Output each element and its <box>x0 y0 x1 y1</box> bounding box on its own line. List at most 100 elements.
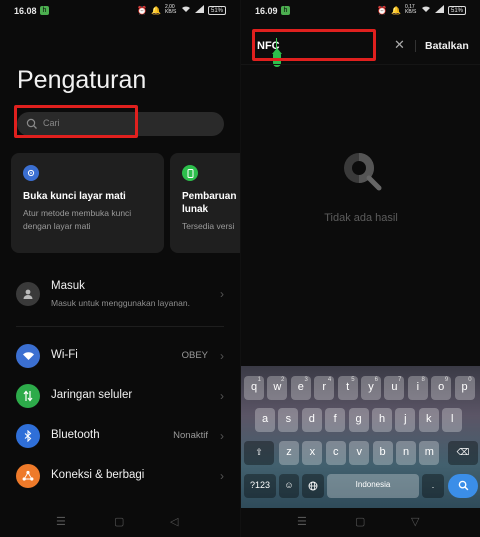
key-p[interactable]: p0 <box>454 376 475 400</box>
account-label: Masuk <box>51 280 85 292</box>
menu-icon[interactable]: ☰ <box>297 515 307 528</box>
chevron-right-icon: › <box>220 287 224 301</box>
account-login-row[interactable]: Masuk Masuk untuk menggunakan layanan. › <box>0 274 240 314</box>
settings-item-wifi[interactable]: Wi-Fi OBEY › <box>0 336 240 376</box>
period-key[interactable]: . <box>422 474 444 498</box>
key-s[interactable]: s <box>278 408 299 432</box>
home-icon[interactable]: ▢ <box>355 515 365 528</box>
cancel-button[interactable]: Batalkan <box>425 40 469 52</box>
battery-icon: 51% <box>447 5 466 15</box>
share-icon <box>16 464 40 488</box>
key-h[interactable]: h <box>372 408 392 432</box>
search-key[interactable] <box>448 474 478 498</box>
highlight-box-search <box>14 105 138 138</box>
bell-icon: 🔔 <box>151 5 161 15</box>
divider <box>16 326 224 327</box>
key-x[interactable]: x <box>302 441 323 465</box>
key-i[interactable]: i8 <box>407 376 428 400</box>
numbers-key[interactable]: ?123 <box>244 474 276 498</box>
back-icon[interactable]: ◁ <box>170 515 178 528</box>
settings-item-label: Bluetooth <box>51 429 100 441</box>
alarm-icon: ⏰ <box>377 5 388 15</box>
shift-key[interactable]: ⇧ <box>244 441 274 465</box>
on-screen-keyboard: q1w2e3r4t5y6u7i8o9p0 asdfghjkl ⇧ ⌫ zxcvb… <box>241 366 480 508</box>
key-e[interactable]: e3 <box>290 376 311 400</box>
settings-item-bluetooth[interactable]: Bluetooth Nonaktif › <box>0 416 240 456</box>
no-results-search-icon <box>344 153 382 191</box>
keyboard-row-2: asdfghjkl <box>241 408 480 432</box>
key-m[interactable]: m <box>419 441 440 465</box>
card-software-update[interactable]: Pembaruan lunak Tersedia versi <box>170 153 240 253</box>
key-k[interactable]: k <box>418 408 439 432</box>
key-w[interactable]: w2 <box>267 376 288 400</box>
status-icons: ⏰ 🔔 0,17 KB/S 51% <box>377 5 466 15</box>
data-speed: 2,00 KB/S <box>164 4 177 15</box>
emoji-key[interactable]: ☺ <box>279 474 299 498</box>
key-a[interactable]: a <box>255 408 275 432</box>
settings-item-label: Wi-Fi <box>51 349 78 361</box>
page-title: Pengaturan <box>17 66 147 94</box>
wifi-icon <box>181 5 191 15</box>
key-label: t <box>346 381 350 393</box>
key-v[interactable]: v <box>349 441 370 465</box>
key-b[interactable]: b <box>372 441 393 465</box>
key-y[interactable]: y6 <box>361 376 381 400</box>
space-key[interactable]: Indonesia <box>327 474 419 498</box>
status-time: 16.09 <box>255 6 278 16</box>
bell-icon: 🔔 <box>391 5 401 15</box>
key-hint: 7 <box>398 377 402 383</box>
navigation-bar: ☰ ▢ ◁ <box>0 507 240 537</box>
card-title: Pembaruan lunak <box>182 191 237 215</box>
key-f[interactable]: f <box>325 408 346 432</box>
key-t[interactable]: t5 <box>337 376 358 400</box>
key-label: r <box>322 381 327 393</box>
chevron-right-icon: › <box>220 389 224 403</box>
card-unlock-screen-off[interactable]: Buka kunci layar mati Atur metode membuk… <box>11 153 164 253</box>
wifi-icon <box>421 5 431 15</box>
key-z[interactable]: z <box>279 441 299 465</box>
keyboard-row-4: ?123 ☺ Indonesia . <box>241 474 480 498</box>
account-desc: Masuk untuk menggunakan layanan. <box>51 298 190 308</box>
key-o[interactable]: o9 <box>431 376 452 400</box>
key-l[interactable]: l <box>442 408 463 432</box>
globe-icon[interactable] <box>302 474 324 498</box>
key-label: y <box>368 381 374 393</box>
key-hint: 5 <box>351 377 355 383</box>
key-hint: 0 <box>468 377 472 383</box>
app-notification-icon: h <box>281 6 290 15</box>
key-hint: 1 <box>257 377 261 383</box>
divider <box>415 40 416 52</box>
keyboard-row-1: q1w2e3r4t5y6u7i8o9p0 <box>241 376 480 400</box>
battery-icon: 51% <box>207 5 226 15</box>
key-label: i <box>416 381 420 393</box>
status-bar: 16.08 h ⏰ 🔔 2,00 KB/S 51% <box>0 0 240 22</box>
key-g[interactable]: g <box>348 408 369 432</box>
hide-keyboard-icon[interactable]: ▽ <box>411 515 419 528</box>
home-icon[interactable]: ▢ <box>114 515 124 528</box>
settings-item-cellular[interactable]: Jaringan seluler › <box>0 376 240 416</box>
key-hint: 8 <box>421 377 425 383</box>
key-c[interactable]: c <box>325 441 346 465</box>
clear-icon[interactable]: ✕ <box>394 37 405 53</box>
key-n[interactable]: n <box>396 441 416 465</box>
key-r[interactable]: r4 <box>314 376 335 400</box>
menu-icon[interactable]: ☰ <box>56 515 66 528</box>
signal-icon <box>194 5 204 15</box>
backspace-key[interactable]: ⌫ <box>448 441 478 465</box>
key-hint: 2 <box>281 377 285 383</box>
key-hint: 6 <box>374 377 378 383</box>
search-icon <box>458 480 468 491</box>
settings-item-connection-sharing[interactable]: Koneksi & berbagi › <box>0 456 240 496</box>
key-label: q <box>250 381 258 393</box>
no-results-text: Tidak ada hasil <box>324 212 398 224</box>
status-icons: ⏰ 🔔 2,00 KB/S 51% <box>137 5 226 15</box>
key-u[interactable]: u7 <box>384 376 405 400</box>
key-j[interactable]: j <box>395 408 416 432</box>
key-q[interactable]: q1 <box>244 376 264 400</box>
key-label: e <box>297 381 304 393</box>
bluetooth-icon <box>16 424 40 448</box>
settings-item-label: Koneksi & berbagi <box>51 469 145 481</box>
key-d[interactable]: d <box>301 408 322 432</box>
keyboard-row-3: ⇧ ⌫ zxcvbnm <box>241 441 480 465</box>
phone-update-icon <box>182 165 198 181</box>
